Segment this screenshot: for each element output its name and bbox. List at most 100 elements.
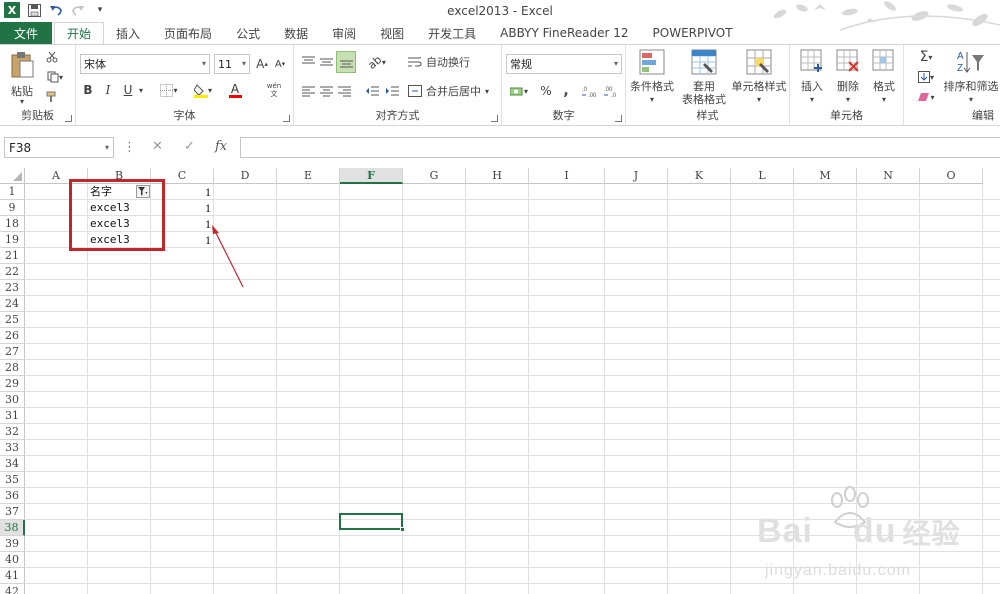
column-header-k[interactable]: K xyxy=(668,168,731,184)
shrink-font-button[interactable]: A ▾ xyxy=(272,55,288,73)
row-header-25[interactable]: 25 xyxy=(0,312,25,328)
font-size-select[interactable]: 11 ▾ xyxy=(214,54,250,74)
row-header-33[interactable]: 33 xyxy=(0,440,25,456)
underline-dropdown-icon[interactable]: ▾ xyxy=(136,81,146,99)
active-cell-f38[interactable] xyxy=(339,513,405,532)
decrease-indent-icon[interactable] xyxy=(364,82,380,100)
font-launcher-icon[interactable] xyxy=(283,115,290,122)
row-header-35[interactable]: 35 xyxy=(0,472,25,488)
column-header-e[interactable]: E xyxy=(277,168,340,184)
tab-review[interactable]: 审阅 xyxy=(320,22,368,44)
formula-bar-splitter-icon[interactable]: ⋮ xyxy=(123,140,136,155)
align-right-icon[interactable] xyxy=(336,82,352,100)
bottom-align-icon[interactable] xyxy=(336,51,356,73)
percent-button[interactable]: % xyxy=(538,82,554,100)
cut-icon[interactable] xyxy=(42,49,62,65)
insert-cells-button[interactable]: 插入 ▾ xyxy=(794,47,830,109)
clipboard-launcher-icon[interactable] xyxy=(65,115,72,122)
tab-home[interactable]: 开始 xyxy=(54,22,105,44)
align-left-icon[interactable] xyxy=(300,82,316,100)
italic-button[interactable]: I xyxy=(100,81,116,99)
column-header-j[interactable]: J xyxy=(605,168,668,184)
tab-file[interactable]: 文件 xyxy=(0,22,53,44)
orientation-icon[interactable]: ab ▾ xyxy=(364,53,390,72)
increase-decimal-icon[interactable]: .0.00 xyxy=(580,82,600,100)
middle-align-icon[interactable] xyxy=(318,53,334,71)
row-header-29[interactable]: 29 xyxy=(0,376,25,392)
row-header-1[interactable]: 1 xyxy=(0,184,25,200)
column-header-i[interactable]: I xyxy=(529,168,605,184)
tab-page-layout[interactable]: 页面布局 xyxy=(152,22,224,44)
row-header-39[interactable]: 39 xyxy=(0,536,25,552)
sort-filter-button[interactable]: AZ 排序和筛选 ▾ xyxy=(942,47,1000,109)
merge-center-button[interactable]: 合并后居中 ▾ xyxy=(408,82,498,100)
tab-abbyy[interactable]: ABBYY FineReader 12 xyxy=(488,22,640,44)
fill-icon[interactable]: ▾ xyxy=(912,69,940,85)
row-header-27[interactable]: 27 xyxy=(0,344,25,360)
formula-input[interactable] xyxy=(240,137,1000,158)
tab-developer[interactable]: 开发工具 xyxy=(416,22,488,44)
wrap-text-button[interactable]: 自动换行 xyxy=(408,53,488,71)
row-header-42[interactable]: 42 xyxy=(0,584,25,594)
tab-view[interactable]: 视图 xyxy=(368,22,416,44)
row-header-22[interactable]: 22 xyxy=(0,264,25,280)
tab-data[interactable]: 数据 xyxy=(272,22,320,44)
cancel-icon[interactable]: ✕ xyxy=(152,139,163,154)
alignment-launcher-icon[interactable] xyxy=(491,115,498,122)
row-header-21[interactable]: 21 xyxy=(0,248,25,264)
column-header-f[interactable]: F xyxy=(340,168,403,184)
number-format-select[interactable]: 常规 ▾ xyxy=(506,54,622,74)
increase-indent-icon[interactable] xyxy=(384,82,400,100)
column-header-h[interactable]: H xyxy=(466,168,529,184)
cell-styles-button[interactable]: 单元格样式 ▾ xyxy=(730,47,788,109)
copy-icon[interactable]: ▾ xyxy=(42,69,68,85)
comma-button[interactable]: , xyxy=(558,82,574,100)
name-box[interactable]: F38 ▾ xyxy=(4,137,114,158)
row-header-31[interactable]: 31 xyxy=(0,408,25,424)
row-header-40[interactable]: 40 xyxy=(0,552,25,568)
row-header-24[interactable]: 24 xyxy=(0,296,25,312)
row-header-26[interactable]: 26 xyxy=(0,328,25,344)
row-header-19[interactable]: 19 xyxy=(0,232,25,248)
align-center-icon[interactable] xyxy=(318,82,334,100)
number-launcher-icon[interactable] xyxy=(615,115,622,122)
row-header-37[interactable]: 37 xyxy=(0,504,25,520)
border-icon[interactable]: ▾ xyxy=(156,81,182,99)
column-header-o[interactable]: O xyxy=(920,168,983,184)
autosum-icon[interactable]: Σ ▾ xyxy=(912,49,940,65)
select-all-button[interactable] xyxy=(0,168,25,184)
insert-function-icon[interactable]: fx xyxy=(215,139,227,154)
row-header-18[interactable]: 18 xyxy=(0,216,25,232)
column-header-m[interactable]: M xyxy=(794,168,857,184)
format-cells-button[interactable]: 格式 ▾ xyxy=(866,47,902,109)
grow-font-button[interactable]: A ▴ xyxy=(254,55,270,73)
row-header-34[interactable]: 34 xyxy=(0,456,25,472)
conditional-format-button[interactable]: 条件格式 ▾ xyxy=(628,47,676,109)
format-painter-icon[interactable] xyxy=(42,89,62,105)
phonetic-button[interactable]: wén 文 xyxy=(260,79,288,101)
column-header-l[interactable]: L xyxy=(731,168,794,184)
accounting-format-icon[interactable]: ▾ xyxy=(506,82,532,100)
enter-icon[interactable]: ✓ xyxy=(184,139,195,154)
clear-icon[interactable]: ▾ xyxy=(912,89,940,105)
tab-insert[interactable]: 插入 xyxy=(104,22,152,44)
row-header-36[interactable]: 36 xyxy=(0,488,25,504)
font-name-select[interactable]: 宋体 ▾ xyxy=(80,54,210,74)
row-header-9[interactable]: 9 xyxy=(0,200,25,216)
format-as-table-button[interactable]: 套用 表格格式 xyxy=(676,47,732,109)
row-header-28[interactable]: 28 xyxy=(0,360,25,376)
column-header-g[interactable]: G xyxy=(403,168,466,184)
column-header-d[interactable]: D xyxy=(214,168,277,184)
top-align-icon[interactable] xyxy=(300,53,316,71)
delete-cells-button[interactable]: 删除 ▾ xyxy=(830,47,866,109)
fill-handle-icon[interactable] xyxy=(400,527,405,532)
row-header-32[interactable]: 32 xyxy=(0,424,25,440)
tab-powerpivot[interactable]: POWERPIVOT xyxy=(641,22,745,44)
decrease-decimal-icon[interactable]: .00.0 xyxy=(602,82,622,100)
fill-color-icon[interactable]: ▾ xyxy=(190,81,216,99)
row-header-41[interactable]: 41 xyxy=(0,568,25,584)
row-header-30[interactable]: 30 xyxy=(0,392,25,408)
tab-formulas[interactable]: 公式 xyxy=(224,22,272,44)
bold-button[interactable]: B xyxy=(80,81,96,99)
row-header-38[interactable]: 38 xyxy=(0,520,25,536)
